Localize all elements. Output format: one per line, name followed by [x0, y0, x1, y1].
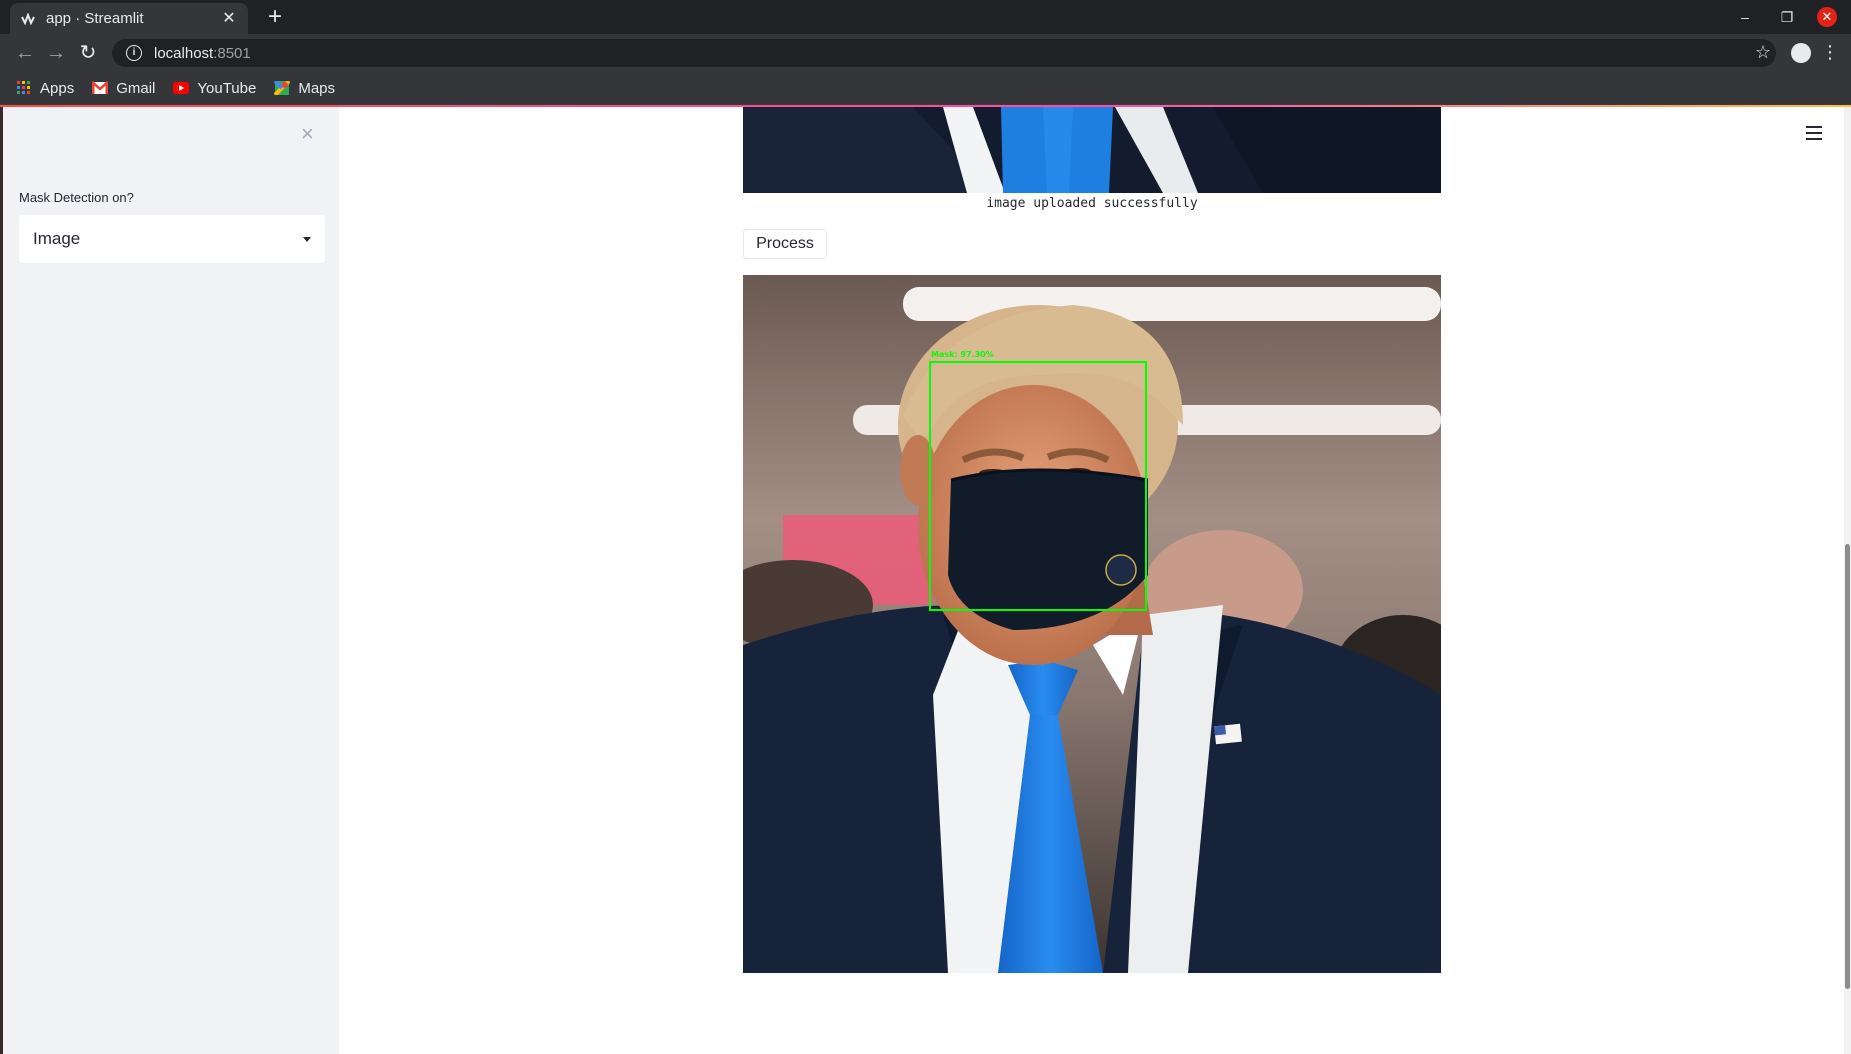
- sidebar: × Mask Detection on? Image: [3, 107, 339, 1054]
- browser-tab-strip: app · Streamlit ✕ + – ❐ ✕: [0, 0, 1851, 34]
- window-close-icon[interactable]: ✕: [1817, 7, 1837, 27]
- select-value: Image: [33, 229, 81, 248]
- url-port: :8501: [213, 44, 251, 62]
- bookmark-label: Maps: [298, 79, 336, 97]
- bookmark-youtube[interactable]: YouTube: [173, 80, 256, 97]
- detection-mode-select[interactable]: Image: [19, 215, 325, 263]
- image-caption: image uploaded successfully: [986, 196, 1198, 211]
- detection-label: Mask: 97.30%: [931, 350, 994, 359]
- streamlit-favicon-icon: [20, 11, 36, 27]
- tab-title: app · Streamlit: [46, 10, 144, 27]
- address-bar[interactable]: i localhost:8501: [112, 39, 1776, 67]
- profile-avatar-icon[interactable]: [1791, 43, 1811, 63]
- minimize-icon[interactable]: –: [1735, 7, 1755, 27]
- back-arrow-icon[interactable]: ←: [14, 42, 36, 64]
- browser-menu-icon[interactable]: ⋮: [1821, 41, 1839, 63]
- select-label: Mask Detection on?: [19, 190, 134, 205]
- forward-arrow-icon[interactable]: →: [45, 42, 67, 64]
- bookmark-label: Gmail: [116, 79, 156, 97]
- browser-toolbar: ← → ↻ i localhost:8501 ☆ ⋮: [0, 34, 1851, 72]
- bookmark-gmail[interactable]: Gmail: [92, 80, 155, 97]
- caret-down-icon: [303, 236, 311, 242]
- bookmark-label: YouTube: [197, 79, 257, 97]
- processed-image: Mask: 97.30%: [743, 275, 1441, 973]
- site-info-icon[interactable]: i: [126, 45, 142, 61]
- main-menu-icon[interactable]: [1806, 126, 1822, 140]
- new-tab-button[interactable]: +: [262, 4, 288, 30]
- tab-close-icon[interactable]: ✕: [220, 10, 238, 28]
- scrollbar-thumb[interactable]: [1845, 544, 1850, 989]
- process-button[interactable]: Process: [743, 229, 827, 259]
- bookmark-apps[interactable]: Apps: [16, 80, 74, 97]
- uploaded-image: [743, 107, 1441, 193]
- gmail-icon: [92, 81, 109, 94]
- bookmark-label: Apps: [40, 79, 75, 97]
- youtube-icon: [173, 82, 190, 94]
- apps-grid-icon: [17, 81, 30, 94]
- maps-icon: [274, 81, 291, 95]
- restore-icon[interactable]: ❐: [1777, 7, 1797, 27]
- bookmark-maps[interactable]: Maps: [274, 80, 335, 97]
- reload-icon[interactable]: ↻: [77, 42, 99, 64]
- bookmark-star-icon[interactable]: ☆: [1755, 42, 1771, 63]
- url-host: localhost: [154, 44, 214, 62]
- bookmarks-bar: Apps Gmail YouTube Maps: [0, 72, 1851, 105]
- browser-tab[interactable]: app · Streamlit ✕: [10, 3, 248, 34]
- sidebar-close-icon[interactable]: ×: [301, 121, 314, 147]
